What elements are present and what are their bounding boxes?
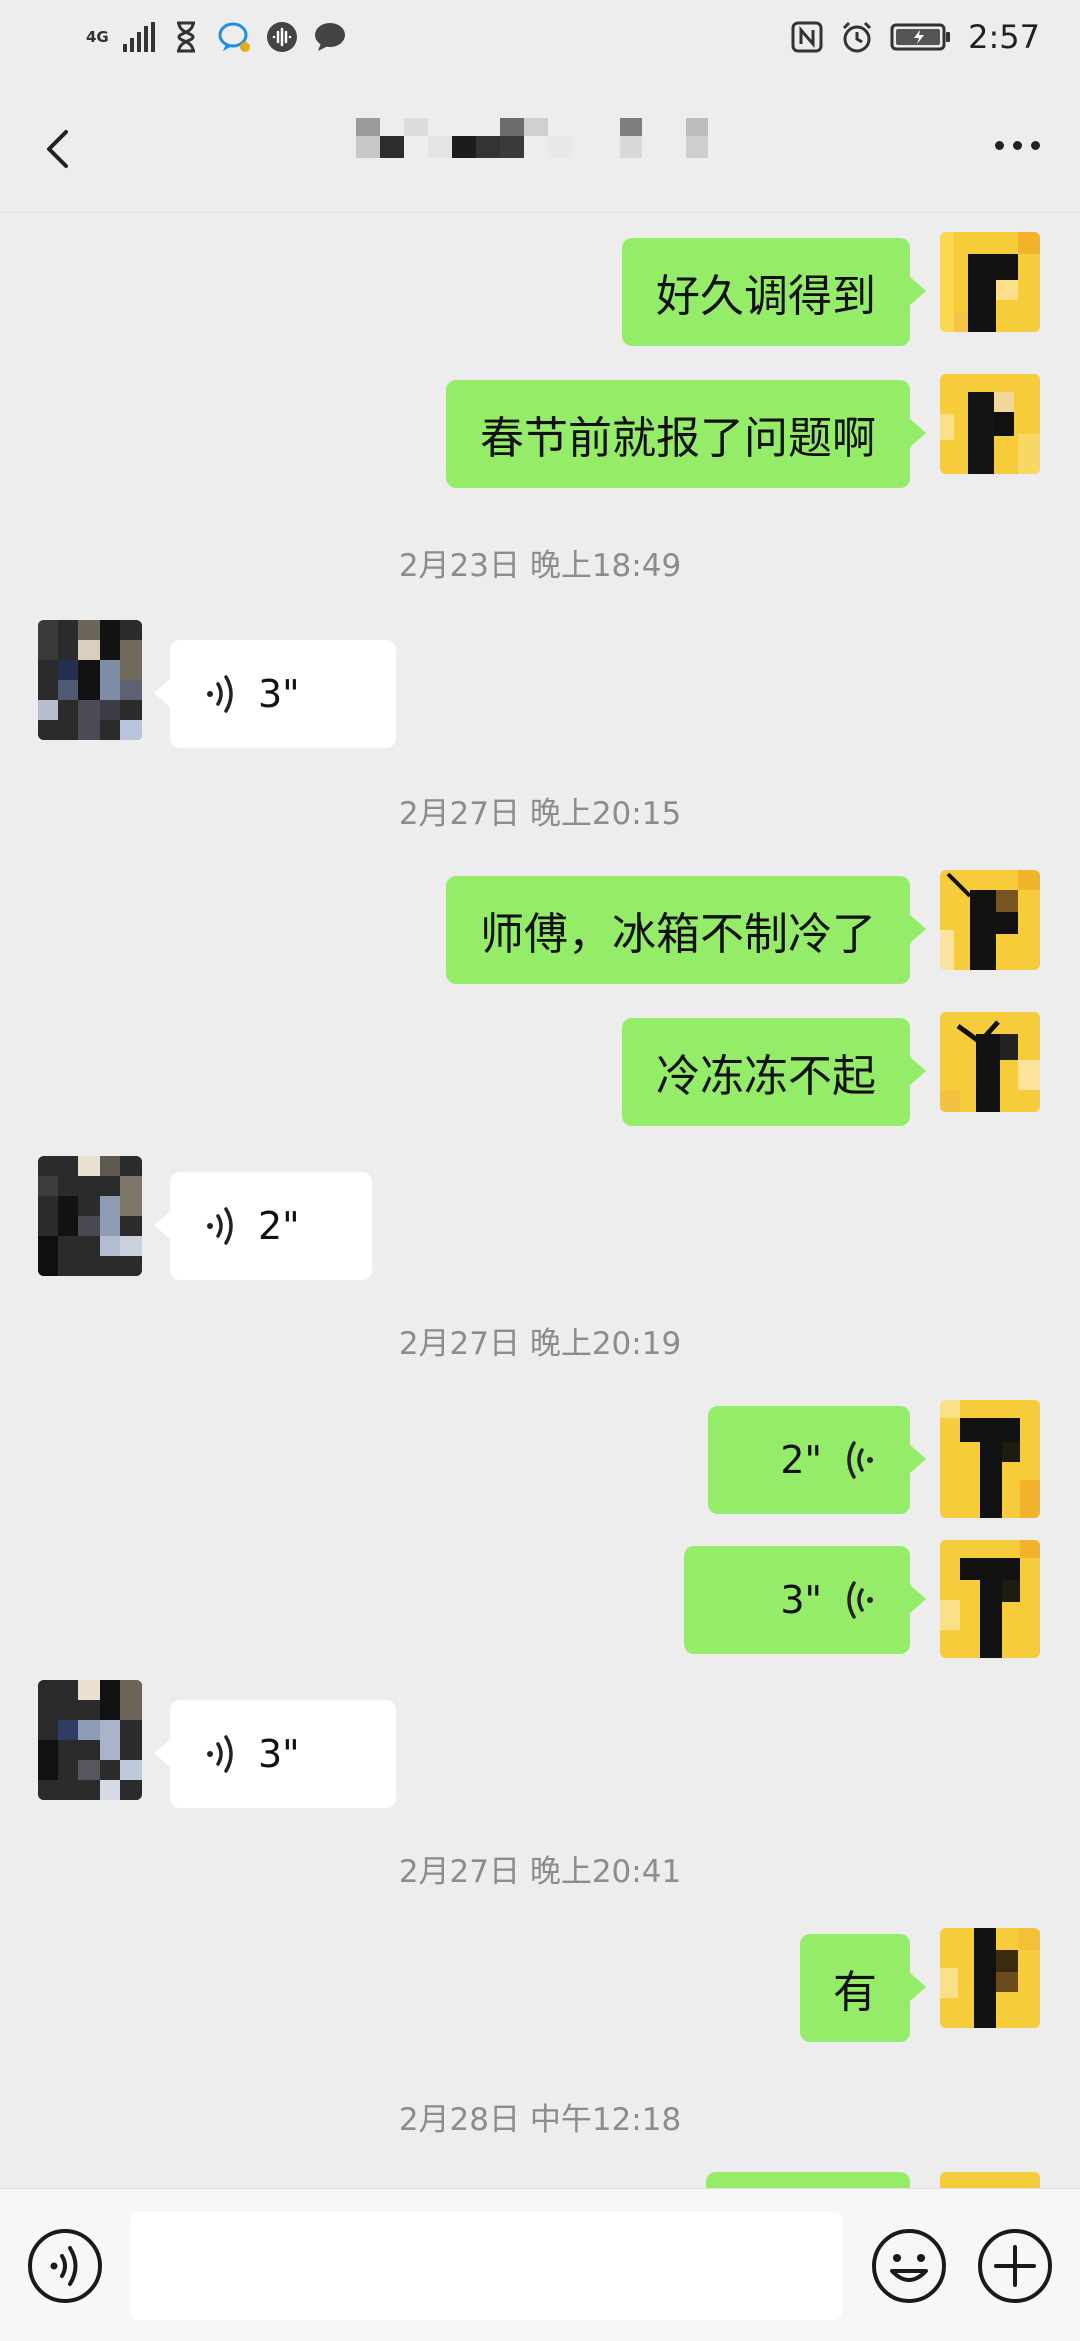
voice-duration: 3"	[258, 1732, 300, 1776]
message-text: 冷冻冻不起	[656, 1051, 876, 1102]
voice-wave-icon	[207, 1207, 233, 1245]
message-row: 2"	[0, 1156, 1080, 1286]
message-row: 2"	[0, 1400, 1080, 1520]
network-type: 4G	[86, 27, 109, 46]
my-avatar[interactable]	[940, 232, 1040, 332]
chat-title-mosaic	[356, 118, 708, 158]
timestamp: 2月28日 中午12:18	[398, 2102, 682, 2138]
alarm-icon	[843, 21, 872, 53]
nfc-icon	[791, 21, 823, 53]
voice-duration: 2"	[780, 1438, 822, 1482]
message-text: 好久调得到	[656, 271, 876, 322]
message-row-partial	[0, 2172, 1080, 2188]
my-avatar[interactable]	[940, 1012, 1040, 1112]
voice-duration: 3"	[258, 672, 300, 716]
hourglass-icon	[176, 21, 195, 53]
contact-avatar[interactable]	[38, 620, 142, 740]
more-options-button[interactable]	[982, 120, 1052, 170]
timestamp: 2月27日 晚上20:41	[398, 1854, 682, 1890]
message-row: 3"	[0, 620, 1080, 750]
message-row: 师傅，冰箱不制冷了	[0, 870, 1080, 990]
message-text: 春节前就报了问题啊	[480, 413, 876, 464]
my-avatar[interactable]	[940, 1400, 1040, 1518]
contact-voice-bubble[interactable]: 3"	[154, 1700, 396, 1808]
my-avatar[interactable]	[940, 870, 1040, 970]
timestamp: 2月27日 晚上20:15	[398, 796, 682, 832]
voice-duration: 2"	[258, 1204, 300, 1248]
contact-voice-bubble[interactable]: 3"	[154, 640, 396, 748]
message-row: 3"	[0, 1540, 1080, 1660]
back-button[interactable]	[30, 114, 100, 184]
my-avatar[interactable]	[940, 1540, 1040, 1658]
my-avatar[interactable]	[940, 374, 1040, 474]
chat-header	[0, 80, 1080, 213]
status-bar: 4G 2:57	[0, 0, 1080, 80]
status-right: 2:57	[790, 18, 1040, 56]
timestamp: 2月27日 晚上20:19	[398, 1326, 682, 1362]
my-voice-bubble[interactable]: 2"	[708, 1406, 926, 1514]
message-row: 3"	[0, 1680, 1080, 1810]
message-input[interactable]	[130, 2212, 842, 2320]
my-text-bubble[interactable]: 师傅，冰箱不制冷了	[446, 876, 926, 984]
message-list[interactable]: 好久调得到 春节前就报了问题啊 2月23日 晚上18:49 3" 2月27日 晚…	[0, 212, 1080, 2188]
voice-wave-icon	[847, 1581, 873, 1619]
emoji-button[interactable]	[870, 2227, 948, 2305]
voice-wave-icon	[207, 675, 233, 713]
contact-avatar[interactable]	[38, 1156, 142, 1276]
message-row: 冷冻冻不起	[0, 1012, 1080, 1132]
chat-notification-icon	[314, 23, 345, 51]
my-text-bubble[interactable]: 有	[800, 1934, 926, 2042]
more-dot	[1030, 140, 1040, 150]
my-avatar-partial[interactable]	[940, 2172, 1040, 2188]
my-bubble-partial[interactable]	[706, 2172, 910, 2188]
my-text-bubble[interactable]: 春节前就报了问题啊	[446, 380, 926, 488]
message-text: 师傅，冰箱不制冷了	[480, 909, 876, 960]
voice-wave-icon	[207, 1735, 233, 1773]
status-left: 4G	[86, 20, 347, 54]
more-dot	[994, 140, 1004, 150]
message-row: 有	[0, 1928, 1080, 2048]
message-notification-icon	[218, 22, 250, 52]
battery-icon	[890, 23, 951, 51]
contact-voice-bubble[interactable]: 2"	[154, 1172, 372, 1280]
voice-wave-icon	[847, 1441, 873, 1479]
input-bar	[0, 2188, 1080, 2341]
message-text: 有	[833, 1967, 877, 2018]
message-row: 春节前就报了问题啊	[0, 374, 1080, 494]
message-row: 好久调得到	[0, 232, 1080, 352]
timestamp: 2月23日 晚上18:49	[398, 548, 682, 584]
my-voice-bubble[interactable]: 3"	[684, 1546, 926, 1654]
my-text-bubble[interactable]: 冷冻冻不起	[622, 1018, 926, 1126]
my-avatar[interactable]	[940, 1928, 1040, 2028]
more-dot	[1012, 140, 1022, 150]
voice-assistant-icon	[266, 22, 297, 52]
voice-mode-button[interactable]	[26, 2227, 104, 2305]
my-text-bubble[interactable]: 好久调得到	[622, 238, 926, 346]
signal-icon	[122, 22, 155, 52]
clock: 2:57	[968, 18, 1040, 56]
plus-button[interactable]	[976, 2227, 1054, 2305]
voice-duration: 3"	[780, 1578, 822, 1622]
contact-avatar[interactable]	[38, 1680, 142, 1800]
